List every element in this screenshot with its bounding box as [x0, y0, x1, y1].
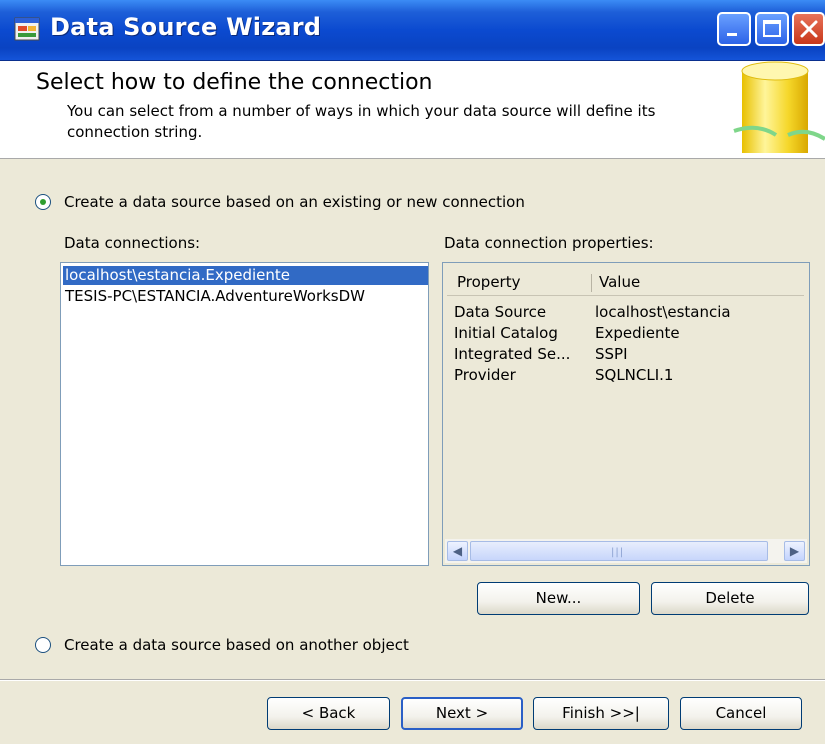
property-value: Expediente [595, 324, 680, 342]
data-connections-label: Data connections: [64, 234, 201, 252]
maximize-icon [763, 20, 781, 37]
scroll-right-button[interactable]: ▶ [784, 541, 805, 561]
database-icon [733, 61, 825, 153]
other-object-radio[interactable] [35, 637, 51, 653]
existing-connection-radio[interactable] [35, 194, 51, 210]
property-name: Initial Catalog [454, 324, 558, 342]
maximize-button[interactable] [755, 12, 789, 46]
footer-divider-highlight [0, 680, 825, 681]
property-name: Integrated Se... [454, 345, 571, 363]
property-name: Provider [454, 366, 516, 384]
horizontal-scrollbar[interactable]: ◀ ||| ▶ [445, 539, 807, 563]
other-object-label[interactable]: Create a data source based on another ob… [64, 636, 409, 654]
close-icon [800, 20, 818, 38]
chevron-left-icon: ◀ [452, 544, 463, 558]
property-name: Data Source [454, 303, 547, 321]
cancel-button[interactable]: Cancel [680, 697, 802, 730]
new-connection-button[interactable]: New... [477, 582, 640, 615]
radio-selected-dot [40, 199, 46, 205]
properties-label: Data connection properties: [444, 234, 654, 252]
properties-header: Property Value [447, 271, 804, 296]
minimize-button[interactable] [717, 12, 751, 46]
list-item[interactable]: localhost\estancia.Expediente [63, 266, 428, 285]
column-divider[interactable] [591, 274, 592, 292]
scrollbar-thumb[interactable]: ||| [470, 541, 768, 561]
page-title: Select how to define the connection [36, 70, 433, 95]
property-value: localhost\estancia [595, 303, 731, 321]
column-header-value[interactable]: Value [599, 273, 640, 291]
scroll-left-button[interactable]: ◀ [447, 541, 468, 561]
chevron-right-icon: ▶ [789, 544, 800, 558]
wizard-header: Select how to define the connection You … [0, 61, 825, 159]
app-window-icon [14, 17, 40, 41]
title-bar[interactable]: Data Source Wizard [0, 0, 825, 61]
list-item[interactable]: TESIS-PC\ESTANCIA.AdventureWorksDW [63, 287, 365, 306]
existing-connection-label[interactable]: Create a data source based on an existin… [64, 193, 525, 211]
page-description: You can select from a number of ways in … [67, 102, 656, 141]
property-value: SQLNCLI.1 [595, 366, 674, 384]
column-header-property[interactable]: Property [457, 273, 520, 291]
property-value: SSPI [595, 345, 628, 363]
window-title: Data Source Wizard [50, 13, 322, 41]
grip-icon: ||| [611, 547, 625, 558]
next-button[interactable]: Next > [401, 697, 523, 730]
connection-properties-grid[interactable]: Property Value Data Source localhost\est… [442, 262, 810, 566]
data-connections-list[interactable]: localhost\estancia.Expediente TESIS-PC\E… [60, 262, 429, 566]
finish-button[interactable]: Finish >>| [533, 697, 669, 730]
close-button[interactable] [792, 12, 825, 46]
back-button[interactable]: < Back [267, 697, 390, 730]
data-source-wizard-window: Data Source Wizard Select how to define … [0, 0, 825, 744]
delete-connection-button[interactable]: Delete [651, 582, 809, 615]
minimize-icon [727, 33, 737, 36]
